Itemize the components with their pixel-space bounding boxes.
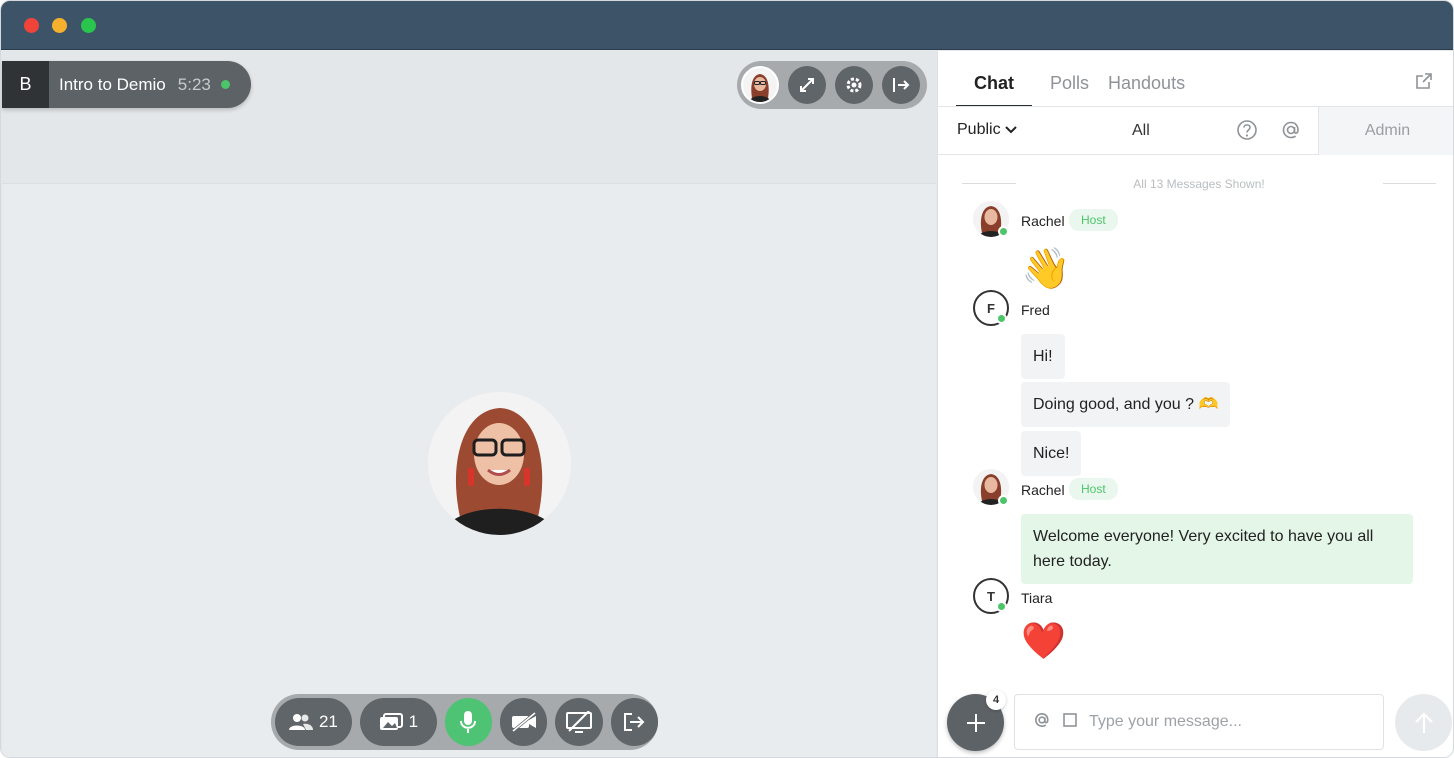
top-controls	[737, 61, 927, 109]
host-badge: Host	[1069, 209, 1118, 231]
camera-button[interactable]	[500, 698, 548, 746]
screenshare-off-icon	[566, 711, 593, 733]
message-composer	[1014, 694, 1384, 750]
audience-dropdown-label: Public	[957, 121, 1001, 138]
gear-icon	[846, 77, 862, 93]
fullscreen-button[interactable]	[788, 66, 826, 104]
media-button[interactable]: 1	[359, 698, 437, 746]
at-sign-icon	[1035, 712, 1049, 727]
questions-filter[interactable]	[1236, 119, 1258, 146]
camera-off-icon	[511, 712, 536, 732]
people-icon	[288, 714, 313, 730]
send-button[interactable]	[1395, 694, 1452, 751]
avatar-initial: T	[987, 588, 995, 604]
arrow-up-icon	[1414, 711, 1433, 733]
audience-dropdown[interactable]: Public	[957, 121, 1017, 139]
settings-button[interactable]	[835, 66, 873, 104]
media-count: 1	[408, 712, 419, 731]
message-bubble: Hi!	[1021, 334, 1065, 379]
attendees-button[interactable]: 21	[275, 698, 352, 746]
message-author: Rachel	[1021, 213, 1065, 229]
at-sign-icon	[1282, 121, 1299, 139]
plus-icon	[966, 713, 985, 732]
presenter-area	[2, 183, 936, 757]
question-icon	[1237, 120, 1257, 140]
session-timer: 5:23	[177, 74, 211, 94]
exit-panel-icon	[893, 78, 910, 92]
message-author: Tiara	[1021, 590, 1053, 606]
chevron-down-icon	[1004, 126, 1017, 134]
chat-panel: Chat Polls Handouts Public All Admin All…	[937, 51, 1453, 757]
messages-shown-label: All 13 Messages Shown!	[1133, 177, 1265, 191]
session-letter-badge: B	[2, 61, 49, 108]
mention-button[interactable]	[1033, 711, 1051, 734]
tab-handouts[interactable]: Handouts	[1108, 73, 1204, 107]
message-emoji: ❤️	[1021, 620, 1066, 661]
online-indicator	[998, 226, 1009, 237]
checkbox-icon	[1063, 712, 1077, 727]
session-info: B Intro to Demio 5:23	[2, 61, 251, 108]
filter-all[interactable]: All	[1132, 122, 1150, 140]
message-bubble: Doing good, and you ? 🫶	[1021, 382, 1231, 427]
question-toggle[interactable]	[1063, 712, 1077, 732]
host-avatar[interactable]	[741, 66, 779, 104]
session-name: Intro to Demio	[59, 74, 166, 94]
online-indicator	[996, 601, 1007, 612]
online-indicator	[996, 313, 1007, 324]
message-author: Rachel	[1021, 482, 1065, 498]
app-window: B Intro to Demio 5:23 21 1 Chat Polls Ha…	[0, 0, 1454, 758]
host-badge: Host	[1069, 478, 1118, 500]
popout-button[interactable]	[1414, 71, 1434, 96]
presenter-avatar	[428, 392, 571, 535]
mentions-filter[interactable]	[1280, 119, 1302, 146]
chat-filter-bar: Public All Admin	[938, 107, 1453, 155]
messages-shown-row: All 13 Messages Shown!	[962, 177, 1436, 191]
minimize-window-button[interactable]	[52, 18, 67, 33]
media-icon	[379, 713, 403, 730]
avatar-initial: F	[987, 300, 995, 316]
leave-icon	[624, 713, 645, 731]
fullscreen-icon	[800, 78, 814, 92]
meeting-controls: 21 1	[271, 694, 658, 750]
leave-button[interactable]	[610, 698, 658, 746]
panel-tabs: Chat Polls Handouts	[956, 73, 1204, 107]
message-author: Fred	[1021, 302, 1050, 318]
message-emoji: 👋	[1021, 247, 1071, 291]
maximize-window-button[interactable]	[81, 18, 96, 33]
external-link-icon	[1416, 73, 1432, 89]
message-bubble: Nice!	[1021, 431, 1082, 476]
video-stage: B Intro to Demio 5:23 21 1	[1, 51, 937, 757]
host-message-bubble: Welcome everyone! Very excited to have y…	[1021, 514, 1413, 584]
microphone-icon	[460, 711, 477, 733]
screenshare-button[interactable]	[555, 698, 603, 746]
tab-chat[interactable]: Chat	[956, 73, 1032, 107]
title-bar	[1, 1, 1453, 50]
exit-panel-button[interactable]	[882, 66, 920, 104]
live-indicator	[220, 80, 230, 89]
attendees-count: 21	[318, 712, 338, 731]
online-indicator	[998, 495, 1009, 506]
message-input[interactable]	[1089, 713, 1369, 731]
microphone-button[interactable]	[444, 698, 493, 746]
close-window-button[interactable]	[24, 18, 39, 33]
admin-tab[interactable]: Admin	[1318, 107, 1453, 155]
add-button-count: 4	[986, 690, 1006, 710]
tab-polls[interactable]: Polls	[1050, 73, 1108, 107]
divider-right	[1383, 183, 1436, 184]
